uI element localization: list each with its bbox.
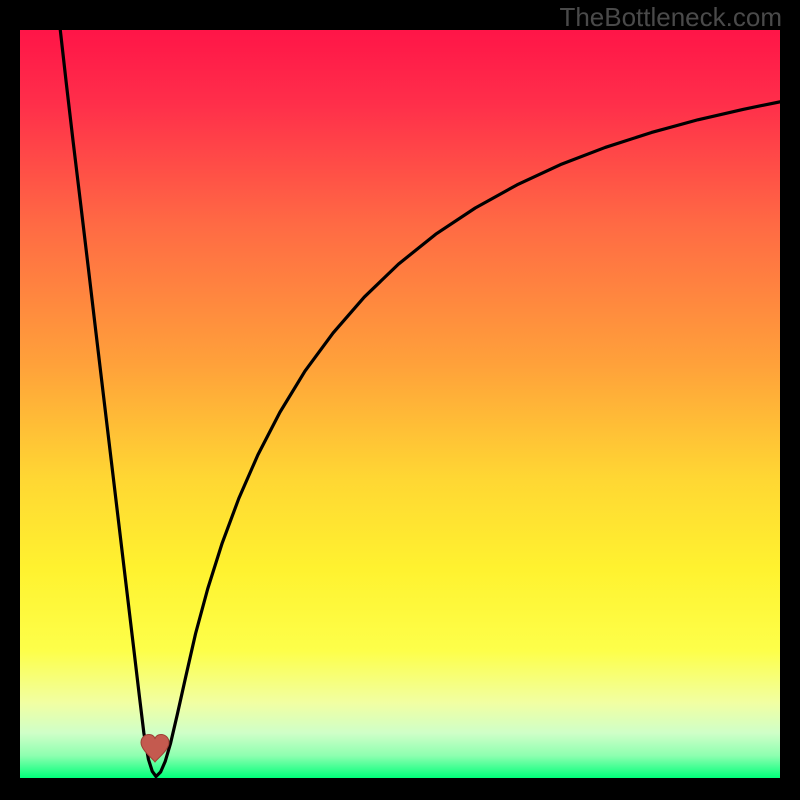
gradient-rect — [20, 30, 780, 778]
heart-icon — [139, 733, 171, 763]
plot-area — [20, 30, 780, 778]
watermark-text: TheBottleneck.com — [559, 2, 782, 33]
heart-marker — [139, 733, 171, 763]
gradient-background — [20, 30, 780, 778]
curve-layer — [20, 30, 780, 778]
bottleneck-curve — [60, 30, 780, 777]
